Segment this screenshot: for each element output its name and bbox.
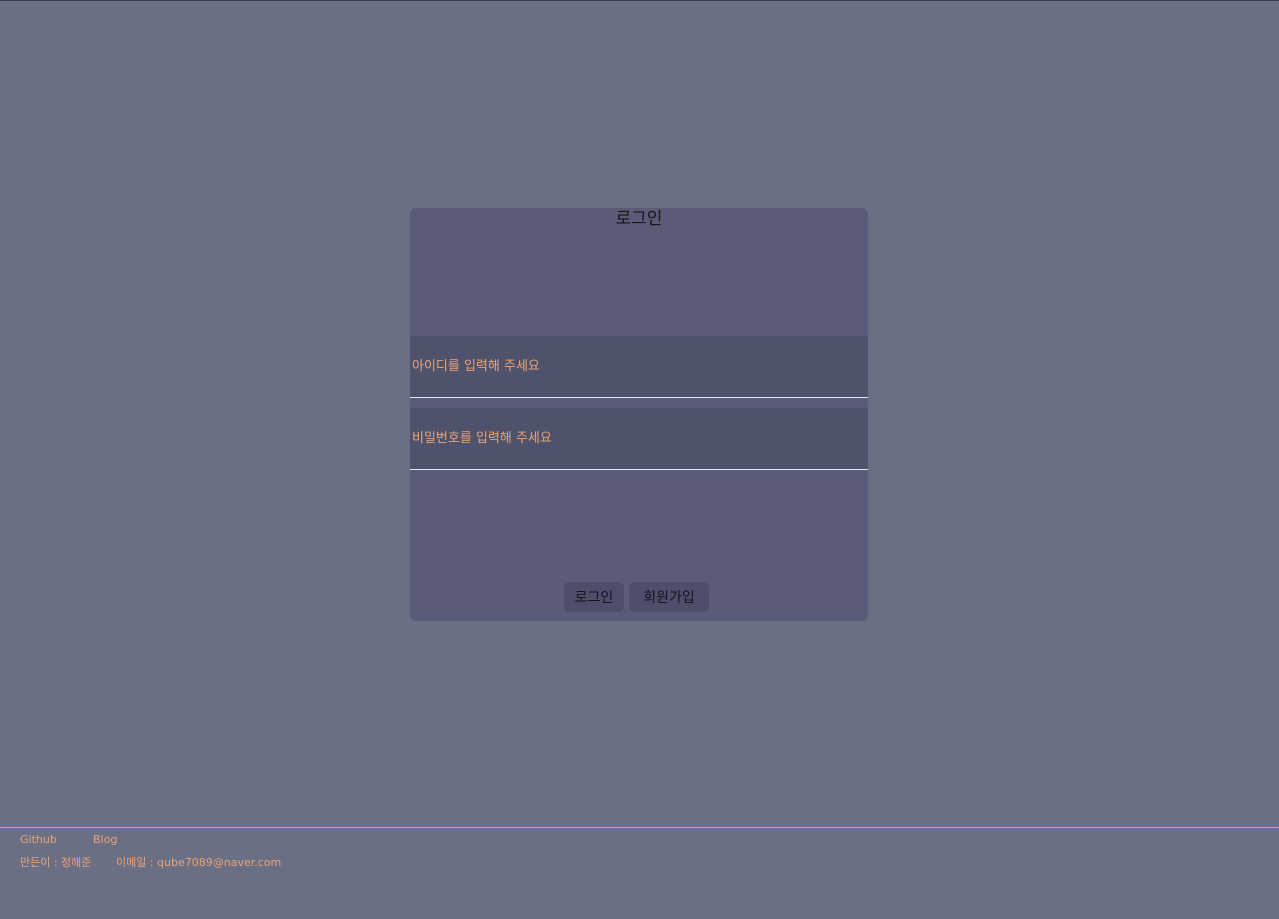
signup-button[interactable]: 회원가입 [629,582,709,612]
password-input[interactable] [410,408,868,470]
footer: Github Blog 만든이 : 정해준 이메일 : qube7089@nav… [0,827,1279,919]
top-border [0,0,1279,1]
login-card: 로그인 로그인 회원가입 [410,208,868,621]
login-button[interactable]: 로그인 [564,582,624,612]
email-text: 이메일 : qube7089@naver.com [116,856,282,869]
blog-link[interactable]: Blog [93,833,117,846]
author-text: 만든이 : 정해준 [20,856,92,869]
id-input[interactable] [410,336,868,398]
github-link[interactable]: Github [20,833,57,846]
login-title: 로그인 [615,209,663,229]
